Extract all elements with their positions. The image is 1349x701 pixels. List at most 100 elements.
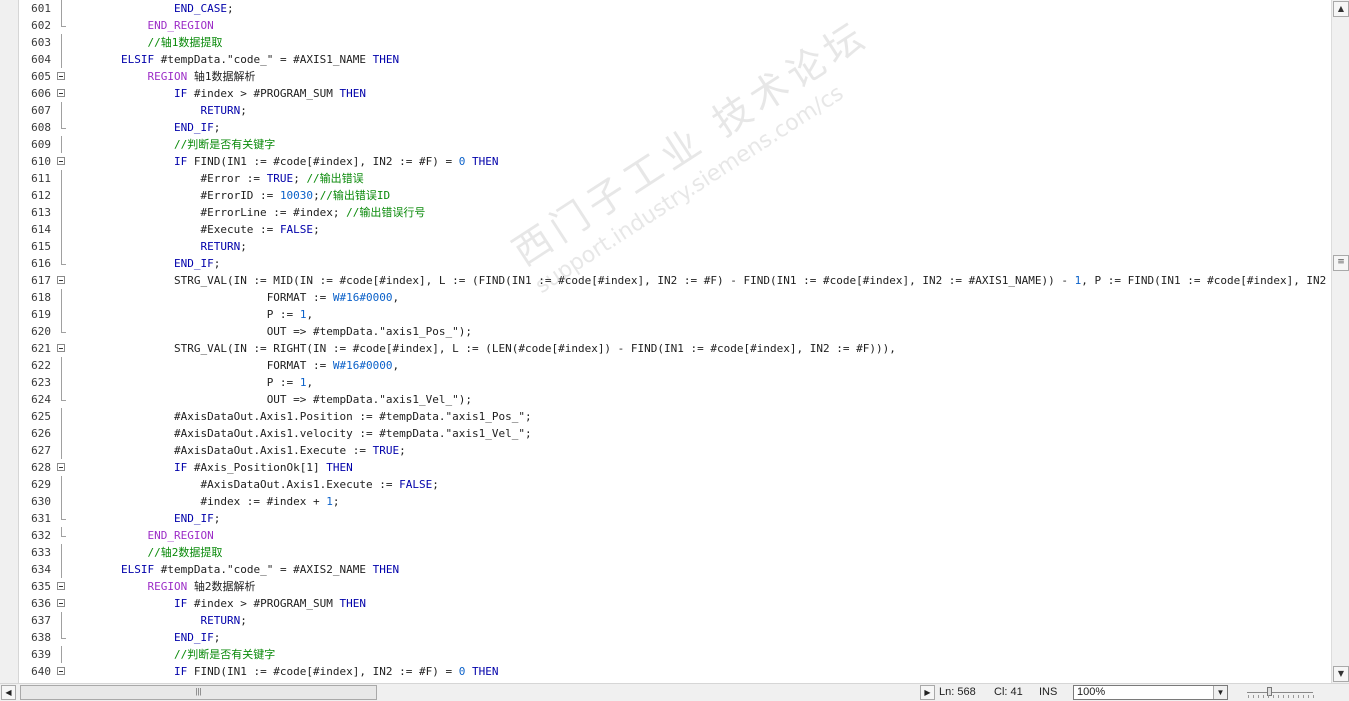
line-number: 610 xyxy=(31,155,51,168)
code-line[interactable]: P := 1, xyxy=(68,374,313,391)
fold-minus-icon[interactable] xyxy=(57,667,65,675)
code-line[interactable]: #Error := TRUE; //输出错误 xyxy=(68,170,363,187)
fold-guide xyxy=(61,187,62,204)
code-line[interactable]: //轴2数据提取 xyxy=(68,544,222,561)
code-line[interactable]: IF FIND(IN1 := #code[#index], IN2 := #F)… xyxy=(68,153,499,170)
code-line[interactable]: IF #index > #PROGRAM_SUM THEN xyxy=(68,595,366,612)
code-line[interactable]: P := 1, xyxy=(68,306,313,323)
code-line[interactable]: #ErrorID := 10030;//输出错误ID xyxy=(68,187,390,204)
code-line[interactable]: FORMAT := W#16#0000, xyxy=(68,357,399,374)
code-token: IF xyxy=(173,155,188,168)
vertical-scrollbar[interactable]: ▲ ≡ ▼ xyxy=(1331,0,1349,683)
code-line[interactable]: #AxisDataOut.Axis1.Execute := FALSE; xyxy=(68,476,438,493)
fold-minus-icon[interactable] xyxy=(57,599,65,607)
code-token: P := xyxy=(266,376,300,389)
code-line[interactable]: //轴1数据提取 xyxy=(68,34,222,51)
vertical-scroll-thumb[interactable]: ≡ xyxy=(1333,255,1349,271)
code-line[interactable]: STRG_VAL(IN := MID(IN := #code[#index], … xyxy=(68,272,1331,289)
fold-minus-icon[interactable] xyxy=(57,157,65,165)
chevron-down-icon[interactable]: ▼ xyxy=(1213,686,1227,699)
code-token: ; xyxy=(213,512,221,525)
code-token: RETURN xyxy=(200,614,241,627)
code-line[interactable]: END_REGION xyxy=(68,17,213,34)
line-number: 627 xyxy=(31,444,51,457)
code-line[interactable]: ELSIF #tempData."code_" = #AXIS1_NAME TH… xyxy=(68,51,399,68)
zoom-select[interactable]: 100% ▼ xyxy=(1073,685,1228,700)
fold-minus-icon[interactable] xyxy=(57,72,65,80)
zoom-slider-tick xyxy=(1303,695,1304,698)
line-number: 609 xyxy=(31,138,51,151)
code-line[interactable]: //判断是否有关键字 xyxy=(68,646,275,663)
zoom-slider-tick xyxy=(1288,695,1289,698)
code-editor[interactable]: 601 602 603 604 605 606 607 608 609 610 611 612 613 6… xyxy=(0,0,1331,683)
code-line[interactable]: #AxisDataOut.Axis1.velocity := #tempData… xyxy=(68,425,532,442)
code-token: OUT => #tempData."axis1_Vel_"); xyxy=(266,393,472,406)
code-line[interactable]: END_CASE; xyxy=(68,0,234,17)
zoom-slider[interactable] xyxy=(1245,686,1315,699)
line-number: 632 xyxy=(31,529,51,542)
line-number: 631 xyxy=(31,512,51,525)
code-token: THEN xyxy=(472,665,499,678)
code-line[interactable]: ELSIF #tempData."code_" = #AXIS2_NAME TH… xyxy=(68,561,399,578)
code-line[interactable]: REGION 轴2数据解析 xyxy=(68,578,255,595)
code-token: RETURN xyxy=(200,240,241,253)
code-line[interactable]: OUT => #tempData."axis1_Pos_"); xyxy=(68,323,472,340)
code-line[interactable]: IF #index > #PROGRAM_SUM THEN xyxy=(68,85,366,102)
line-number: 623 xyxy=(31,376,51,389)
fold-minus-icon[interactable] xyxy=(57,276,65,284)
code-line[interactable]: IF #Axis_PositionOk[1] THEN xyxy=(68,459,353,476)
scroll-right-arrow-icon[interactable]: ▶ xyxy=(920,685,935,700)
fold-guide xyxy=(61,306,62,323)
code-token: RETURN xyxy=(200,104,241,117)
scroll-up-arrow-icon[interactable]: ▲ xyxy=(1333,1,1349,17)
fold-guide xyxy=(61,408,62,425)
code-line[interactable]: #AxisDataOut.Axis1.Execute := TRUE; xyxy=(68,442,406,459)
code-token: END_IF xyxy=(173,257,214,270)
fold-minus-icon[interactable] xyxy=(57,463,65,471)
code-token: #Execute := xyxy=(200,223,280,236)
status-line-number: Ln: 568 xyxy=(939,686,976,698)
fold-minus-icon[interactable] xyxy=(57,582,65,590)
code-line[interactable]: END_IF; xyxy=(68,629,220,646)
code-line[interactable]: STRG_VAL(IN := RIGHT(IN := #code[#index]… xyxy=(68,340,896,357)
line-number: 605 xyxy=(31,70,51,83)
code-line[interactable]: //判断是否有关键字 xyxy=(68,136,275,153)
fold-minus-icon[interactable] xyxy=(57,89,65,97)
zoom-slider-tick xyxy=(1248,695,1249,698)
code-token: STRG_VAL(IN := MID(IN := #code[#index], … xyxy=(173,274,1075,287)
fold-guide xyxy=(61,34,62,51)
code-line[interactable]: RETURN; xyxy=(68,102,246,119)
line-number: 636 xyxy=(31,597,51,610)
code-line[interactable]: END_REGION xyxy=(68,527,213,544)
code-line[interactable]: #index := #index + 1; xyxy=(68,493,339,510)
code-token: ; xyxy=(313,223,320,236)
code-line[interactable]: #Execute := FALSE; xyxy=(68,221,320,238)
horizontal-scroll-thumb[interactable]: ||| xyxy=(20,685,377,700)
code-line[interactable]: END_IF; xyxy=(68,510,220,527)
code-token: ; xyxy=(213,121,221,134)
code-line[interactable]: END_IF; xyxy=(68,119,220,136)
code-token: FALSE xyxy=(279,223,314,236)
scroll-left-arrow-icon[interactable]: ◀ xyxy=(1,685,16,700)
code-token: ELSIF xyxy=(120,563,155,576)
code-line[interactable]: IF FIND(IN1 := #code[#index], IN2 := #F)… xyxy=(68,663,499,680)
code-line[interactable]: OUT => #tempData."axis1_Vel_"); xyxy=(68,391,472,408)
zoom-slider-tick xyxy=(1273,695,1274,698)
code-line[interactable]: RETURN; xyxy=(68,612,246,629)
code-token: ; xyxy=(240,240,247,253)
code-token: ; xyxy=(226,2,234,15)
code-line[interactable]: #ErrorLine := #index; //输出错误行号 xyxy=(68,204,425,221)
line-number: 613 xyxy=(31,206,51,219)
fold-end-marker xyxy=(61,400,66,401)
code-line[interactable]: FORMAT := W#16#0000, xyxy=(68,289,399,306)
fold-minus-icon[interactable] xyxy=(57,344,65,352)
code-line[interactable]: REGION 轴1数据解析 xyxy=(68,68,255,85)
code-token: #Error := xyxy=(200,172,267,185)
code-line[interactable]: RETURN; xyxy=(68,238,247,255)
code-line[interactable]: #AxisDataOut.Axis1.Position := #tempData… xyxy=(68,408,532,425)
code-line[interactable]: END_IF; xyxy=(68,255,220,272)
code-token: , P := FIND(IN1 := #code[#index], IN2 :=… xyxy=(1081,274,1327,287)
code-area[interactable]: END_CASE; END_REGION //轴1数据提取 ELSIF #tem… xyxy=(68,0,1331,683)
scroll-down-arrow-icon[interactable]: ▼ xyxy=(1333,666,1349,682)
